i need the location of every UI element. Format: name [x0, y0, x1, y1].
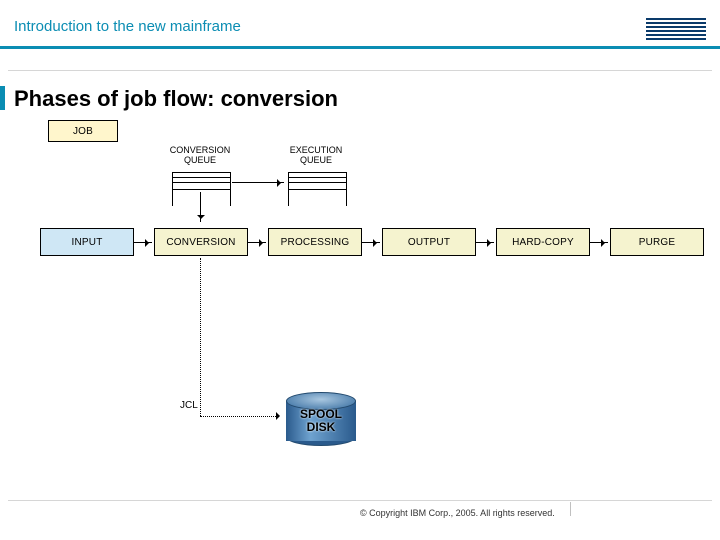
- title-accent: [0, 86, 5, 110]
- sub-rule: [8, 70, 712, 71]
- header-title: Introduction to the new mainframe: [14, 18, 241, 35]
- phase-output: OUTPUT: [382, 228, 476, 256]
- arrow-hard-purge: [590, 242, 608, 243]
- arrow-convq-to-execq: [232, 182, 284, 183]
- dotted-arrowhead: [276, 412, 284, 420]
- dotted-conv-down: [200, 258, 201, 416]
- header-rule: [0, 46, 720, 49]
- arrow-proc-out: [362, 242, 380, 243]
- spool-disk-label: SPOOL DISK: [290, 408, 352, 433]
- phase-hardcopy: HARD-COPY: [496, 228, 590, 256]
- arrow-conv-proc: [248, 242, 266, 243]
- job-box: JOB: [48, 120, 118, 142]
- ibm-logo: [646, 18, 706, 40]
- dotted-conv-right: [200, 416, 276, 417]
- execution-queue-label: EXECUTION QUEUE: [280, 146, 352, 166]
- footer-rule: [8, 500, 712, 501]
- conversion-queue-label: CONVERSION QUEUE: [156, 146, 244, 166]
- header: Introduction to the new mainframe: [0, 0, 720, 50]
- jcl-label: JCL: [180, 400, 198, 411]
- phase-processing: PROCESSING: [268, 228, 362, 256]
- phase-input: INPUT: [40, 228, 134, 256]
- phase-conversion: CONVERSION: [154, 228, 248, 256]
- slide: Introduction to the new mainframe Phases…: [0, 0, 720, 540]
- phase-purge: PURGE: [610, 228, 704, 256]
- footer-tick: [570, 502, 571, 516]
- execution-queue-stack: [288, 172, 346, 190]
- slide-title: Phases of job flow: conversion: [14, 86, 338, 112]
- footer-copyright: © Copyright IBM Corp., 2005. All rights …: [360, 508, 555, 518]
- arrow-out-hard: [476, 242, 494, 243]
- arrow-input-conv: [134, 242, 152, 243]
- conversion-queue-stack: [172, 172, 230, 190]
- arrow-queue-to-conversion: [200, 192, 201, 222]
